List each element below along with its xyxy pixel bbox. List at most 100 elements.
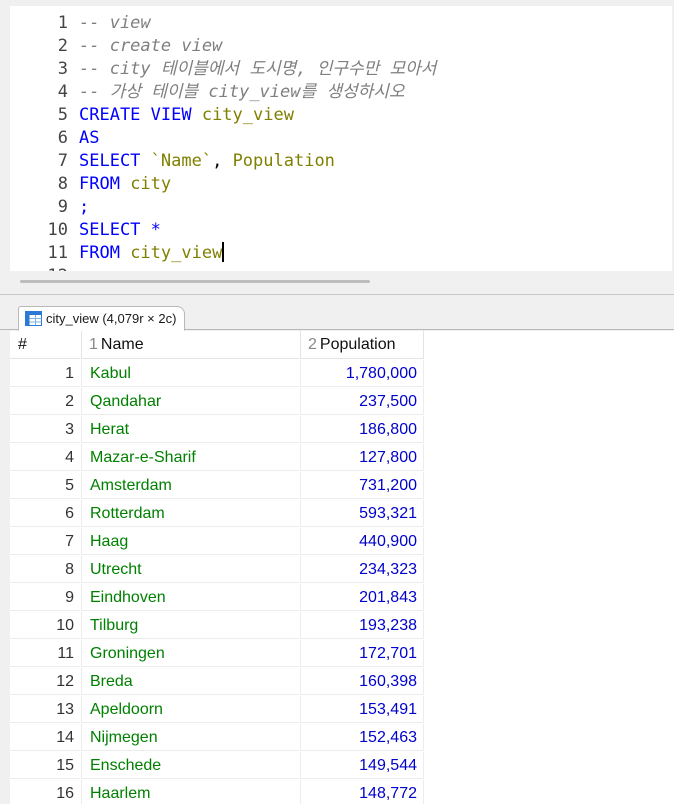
row-number-cell[interactable]: 6 bbox=[10, 500, 80, 527]
population-cell[interactable]: 152,463 bbox=[300, 724, 424, 751]
code-token-keyword: FROM bbox=[79, 174, 131, 194]
code-token-string: `Name` bbox=[150, 151, 213, 171]
row-number-cell[interactable]: 4 bbox=[10, 444, 80, 471]
name-cell[interactable]: Herat bbox=[81, 416, 299, 443]
sql-client-window: 123456789101112 -- view-- create view-- … bbox=[0, 0, 674, 804]
line-number: 1 bbox=[57, 13, 68, 33]
name-cell[interactable]: Groningen bbox=[81, 640, 299, 667]
editor-results-splitter[interactable] bbox=[0, 294, 674, 295]
name-cell[interactable]: Eindhoven bbox=[81, 584, 299, 611]
population-cell[interactable]: 127,800 bbox=[300, 444, 424, 471]
name-cell[interactable]: Rotterdam bbox=[81, 500, 299, 527]
table-row[interactable]: 1 Kabul 1,780,000 bbox=[10, 360, 424, 388]
population-cell[interactable]: 237,500 bbox=[300, 388, 424, 415]
row-number-cell[interactable]: 3 bbox=[10, 416, 80, 443]
population-cell[interactable]: 593,321 bbox=[300, 500, 424, 527]
name-cell[interactable]: Amsterdam bbox=[81, 472, 299, 499]
population-cell[interactable]: 201,843 bbox=[300, 584, 424, 611]
population-cell[interactable]: 148,772 bbox=[300, 780, 424, 804]
editor-horizontal-scrollbar[interactable] bbox=[20, 280, 370, 283]
code-line[interactable]: -- city 테이블에서 도시명, 인구수만 모아서 bbox=[79, 58, 436, 81]
code-line[interactable]: FROM city_view bbox=[79, 242, 225, 265]
population-cell[interactable]: 731,200 bbox=[300, 472, 424, 499]
code-line[interactable]: AS bbox=[79, 127, 99, 150]
column-header-name[interactable]: 1 Name bbox=[81, 331, 299, 359]
code-line[interactable]: SELECT `Name`, Population bbox=[79, 150, 335, 173]
name-cell[interactable]: Qandahar bbox=[81, 388, 299, 415]
code-line[interactable]: FROM city bbox=[79, 173, 171, 196]
code-line[interactable]: SELECT * bbox=[79, 219, 161, 242]
code-line[interactable]: CREATE VIEW city_view bbox=[79, 104, 294, 127]
line-number: 9 bbox=[57, 197, 68, 217]
code-token-comment: -- view bbox=[79, 13, 151, 33]
table-row[interactable]: 7 Haag 440,900 bbox=[10, 528, 424, 556]
table-row[interactable]: 8 Utrecht 234,323 bbox=[10, 556, 424, 584]
code-token-ident: Population bbox=[232, 151, 335, 171]
row-number-cell[interactable]: 2 bbox=[10, 388, 80, 415]
name-cell[interactable]: Apeldoorn bbox=[81, 696, 299, 723]
population-cell[interactable]: 1,780,000 bbox=[300, 360, 424, 387]
row-number-cell[interactable]: 8 bbox=[10, 556, 80, 583]
population-cell[interactable]: 440,900 bbox=[300, 528, 424, 555]
column-header-population-index: 2 bbox=[308, 336, 317, 353]
code-line[interactable]: ; bbox=[79, 196, 89, 219]
population-cell[interactable]: 153,491 bbox=[300, 696, 424, 723]
row-number-cell[interactable]: 10 bbox=[10, 612, 80, 639]
row-number-cell[interactable]: 7 bbox=[10, 528, 80, 555]
row-number-cell[interactable]: 11 bbox=[10, 640, 80, 667]
results-tab-label: city_view (4,079r × 2c) bbox=[46, 311, 177, 326]
name-cell[interactable]: Breda bbox=[81, 668, 299, 695]
results-tab-city-view[interactable]: city_view (4,079r × 2c) bbox=[18, 306, 186, 331]
population-cell[interactable]: 193,238 bbox=[300, 612, 424, 639]
population-cell[interactable]: 234,323 bbox=[300, 556, 424, 583]
population-cell[interactable]: 186,800 bbox=[300, 416, 424, 443]
code-line[interactable]: -- view bbox=[79, 12, 151, 35]
row-number-cell[interactable]: 12 bbox=[10, 668, 80, 695]
table-row[interactable]: 14 Nijmegen 152,463 bbox=[10, 724, 424, 752]
population-cell[interactable]: 160,398 bbox=[300, 668, 424, 695]
code-line[interactable]: -- create view bbox=[79, 35, 222, 58]
table-row[interactable]: 13 Apeldoorn 153,491 bbox=[10, 696, 424, 724]
table-row[interactable]: 9 Eindhoven 201,843 bbox=[10, 584, 424, 612]
table-row[interactable]: 6 Rotterdam 593,321 bbox=[10, 500, 424, 528]
name-cell[interactable]: Enschede bbox=[81, 752, 299, 779]
sql-editor[interactable]: 123456789101112 -- view-- create view-- … bbox=[10, 6, 672, 271]
code-token-ident: city_view bbox=[201, 105, 294, 125]
table-row[interactable]: 2 Qandahar 237,500 bbox=[10, 388, 424, 416]
results-grid[interactable]: # 1 Name 2 Population 1 Kabul 1,780,000 2 Qand… bbox=[10, 331, 674, 804]
table-row[interactable]: 16 Haarlem 148,772 bbox=[10, 780, 424, 804]
column-header-population[interactable]: 2 Population bbox=[300, 331, 424, 359]
population-cell[interactable]: 149,544 bbox=[300, 752, 424, 779]
row-number-cell[interactable]: 14 bbox=[10, 724, 80, 751]
code-token-plain: , bbox=[212, 151, 233, 171]
name-cell[interactable]: Nijmegen bbox=[81, 724, 299, 751]
row-number-cell[interactable]: 5 bbox=[10, 472, 80, 499]
name-cell[interactable]: Tilburg bbox=[81, 612, 299, 639]
table-row[interactable]: 15 Enschede 149,544 bbox=[10, 752, 424, 780]
column-header-population-label: Population bbox=[319, 336, 396, 353]
table-row[interactable]: 5 Amsterdam 731,200 bbox=[10, 472, 424, 500]
name-cell[interactable]: Haarlem bbox=[81, 780, 299, 804]
name-cell[interactable]: Kabul bbox=[81, 360, 299, 387]
row-number-cell[interactable]: 15 bbox=[10, 752, 80, 779]
row-number-cell[interactable]: 9 bbox=[10, 584, 80, 611]
table-row[interactable]: 12 Breda 160,398 bbox=[10, 668, 424, 696]
name-cell[interactable]: Mazar-e-Sharif bbox=[81, 444, 299, 471]
code-line[interactable]: -- 가상 테이블 city_view를 생성하시오 bbox=[79, 81, 405, 104]
name-cell[interactable]: Haag bbox=[81, 528, 299, 555]
line-number: 3 bbox=[57, 59, 68, 79]
row-number-cell[interactable]: 16 bbox=[10, 780, 80, 804]
table-row[interactable]: 3 Herat 186,800 bbox=[10, 416, 424, 444]
line-number: 4 bbox=[57, 82, 68, 102]
population-cell[interactable]: 172,701 bbox=[300, 640, 424, 667]
table-row[interactable]: 10 Tilburg 193,238 bbox=[10, 612, 424, 640]
line-number: 10 bbox=[47, 220, 68, 240]
code-token-comment: -- city 테이블에서 도시명, 인구수만 모아서 bbox=[79, 59, 437, 79]
name-cell[interactable]: Utrecht bbox=[81, 556, 299, 583]
code-area[interactable]: -- view -- create view -- city 테이블에서 도시명, … bbox=[79, 6, 672, 271]
row-number-cell[interactable]: 1 bbox=[10, 360, 80, 387]
row-number-cell[interactable]: 13 bbox=[10, 696, 80, 723]
table-row[interactable]: 4 Mazar-e-Sharif 127,800 bbox=[10, 444, 424, 472]
column-header-row-number[interactable]: # bbox=[10, 331, 80, 359]
table-row[interactable]: 11 Groningen 172,701 bbox=[10, 640, 424, 668]
